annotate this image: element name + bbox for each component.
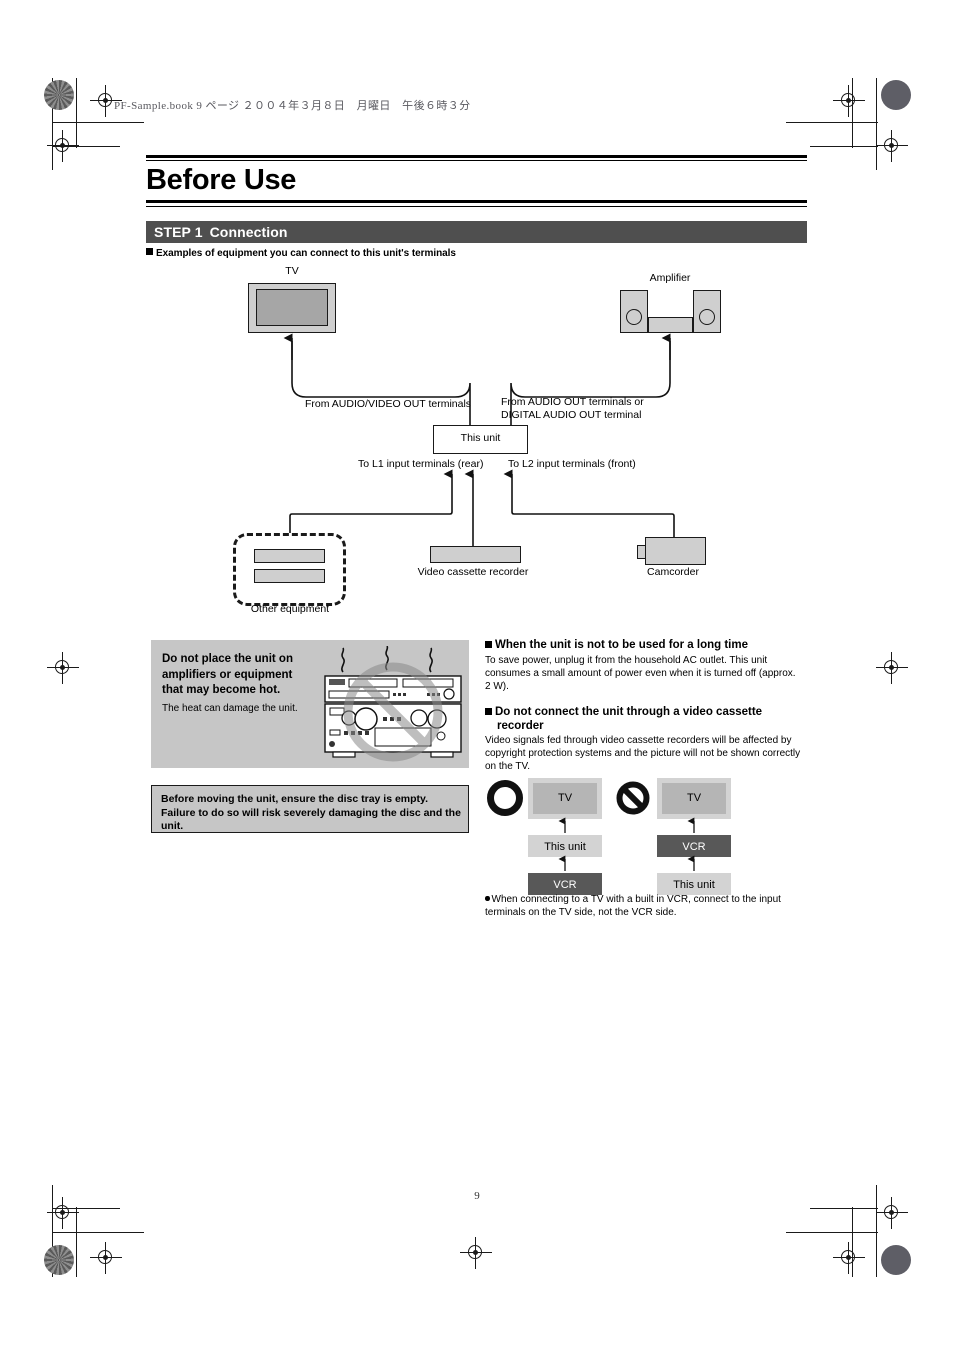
- crop-mark-line: [76, 78, 78, 148]
- caution-heat-box: Do not place the unit on amplifiers or e…: [151, 640, 469, 768]
- ng-this-unit-label: This unit: [673, 879, 715, 891]
- crop-mark-line: [52, 1232, 144, 1234]
- color-registration-blob: [44, 1245, 74, 1275]
- long-time-heading-text: When the unit is not to be used for a lo…: [495, 639, 748, 651]
- from-audio-out-label-line1: From AUDIO OUT terminals or: [501, 396, 644, 408]
- crop-mark-line: [810, 1208, 878, 1210]
- step-number: STEP 1: [154, 224, 203, 240]
- registration-mark: [833, 1242, 865, 1274]
- registration-mark: [876, 652, 908, 684]
- caution-tray-text: Before moving the unit, ensure the disc …: [161, 793, 461, 834]
- ok-circle-icon: [487, 780, 523, 816]
- no-vcr-heading: Do not connect the unit through a video …: [485, 705, 805, 733]
- bullet-dot-icon: [485, 896, 490, 901]
- crop-mark-line: [876, 78, 878, 170]
- no-vcr-body: Video signals fed through video cassette…: [485, 735, 801, 773]
- ok-ng-note: When connecting to a TV with a built in …: [485, 893, 805, 919]
- registration-mark: [47, 652, 79, 684]
- from-av-out-label: From AUDIO/VIDEO OUT terminals: [304, 398, 472, 410]
- no-vcr-heading-line1: Do not connect the unit through a video …: [495, 706, 763, 718]
- registration-mark: [90, 1242, 122, 1274]
- to-l2-label: To L2 input terminals (front): [508, 458, 636, 470]
- long-time-heading: When the unit is not to be used for a lo…: [485, 638, 805, 652]
- no-vcr-heading-line2: recorder: [497, 720, 544, 732]
- color-registration-blob: [44, 80, 74, 110]
- registration-mark: [876, 130, 908, 162]
- speaker-left-cone-icon: [626, 309, 642, 325]
- caution-heat-title-line2: amplifiers or equipment: [162, 668, 293, 681]
- ok-vcr-label: VCR: [553, 879, 577, 891]
- caution-heat-title-line3: that may become hot.: [162, 684, 281, 696]
- amplifier-label: Amplifier: [649, 272, 691, 284]
- square-bullet-icon: [485, 708, 492, 715]
- caution-heat-title-line1: Do not place the unit on: [162, 653, 293, 665]
- long-time-body: To save power, unplug it from the househ…: [485, 655, 796, 693]
- registration-mark: [876, 1197, 908, 1229]
- prohibited-icon: [616, 781, 650, 815]
- caution-heat-title: Do not place the unit on amplifiers or e…: [162, 652, 293, 699]
- page-number: 9: [474, 1190, 480, 1202]
- crop-mark-line: [76, 1207, 78, 1277]
- caution-tray-line3: unit.: [161, 820, 184, 832]
- crop-mark-line: [786, 1232, 878, 1234]
- title-rule-bottom-thin: [146, 206, 807, 208]
- section-subheading: Examples of equipment you can connect to…: [146, 248, 456, 259]
- section-subheading-text: Examples of equipment you can connect to…: [156, 248, 456, 259]
- registration-mark: [47, 130, 79, 162]
- connection-cables: [283, 333, 675, 546]
- ng-vcr-label: VCR: [682, 841, 706, 853]
- color-registration-blob: [881, 1245, 911, 1275]
- tv-screen-graphic: [256, 289, 328, 326]
- from-audio-out-label-line2: DIGITAL AUDIO OUT terminal: [501, 409, 642, 421]
- crop-mark-line: [786, 122, 878, 124]
- ok-tv-label: TV: [557, 792, 573, 804]
- registration-mark: [833, 85, 865, 117]
- color-registration-blob: [881, 80, 911, 110]
- other-equipment-slot: [254, 549, 325, 563]
- page-title: Before Use: [146, 164, 297, 196]
- caution-heat-body: The heat can damage the unit.: [162, 703, 298, 714]
- stereo-stack-illustration: [324, 646, 462, 762]
- book-header-text: PF-Sample.book 9 ページ ２００４年３月８日 月曜日 午後６時３…: [114, 100, 471, 112]
- other-equipment-label: Other equipment: [250, 603, 330, 615]
- crop-mark-line: [52, 122, 144, 124]
- caution-tray-box: Before moving the unit, ensure the disc …: [151, 785, 469, 833]
- vcr-label: Video cassette recorder: [417, 566, 529, 578]
- caution-tray-line2: Failure to do so will risk severely dama…: [161, 806, 461, 819]
- ok-ng-note-text: When connecting to a TV with a built in …: [485, 894, 781, 919]
- manual-page: PF-Sample.book 9 ページ ２００４年３月８日 月曜日 午後６時３…: [0, 0, 954, 1351]
- this-unit-box: This unit: [433, 425, 528, 454]
- registration-mark: [460, 1237, 492, 1269]
- speaker-right-cone-icon: [699, 309, 715, 325]
- ok-this-unit-label: This unit: [544, 841, 586, 853]
- this-unit-label: This unit: [460, 432, 501, 444]
- title-rule-top: [146, 155, 807, 158]
- camcorder-graphic: [645, 537, 706, 565]
- to-l1-label: To L1 input terminals (rear): [358, 458, 484, 470]
- square-bullet-icon: [146, 248, 153, 255]
- step-header-bar: STEP 1 Connection: [146, 221, 807, 243]
- vcr-graphic: [430, 546, 521, 563]
- square-bullet-icon: [485, 641, 492, 648]
- title-rule-top-thin: [146, 160, 807, 162]
- step-label: Connection: [209, 224, 288, 240]
- camcorder-label: Camcorder: [647, 566, 699, 578]
- caution-tray-line1: Before moving the unit, ensure the disc …: [161, 793, 429, 805]
- crop-mark-line: [810, 146, 878, 148]
- ng-tv-label: TV: [686, 792, 702, 804]
- ok-ng-arrows: [558, 817, 695, 871]
- tv-label: TV: [285, 265, 299, 277]
- registration-mark: [47, 1197, 79, 1229]
- title-rule-bottom: [146, 200, 807, 203]
- other-equipment-slot: [254, 569, 325, 583]
- amplifier-graphic: [648, 317, 693, 333]
